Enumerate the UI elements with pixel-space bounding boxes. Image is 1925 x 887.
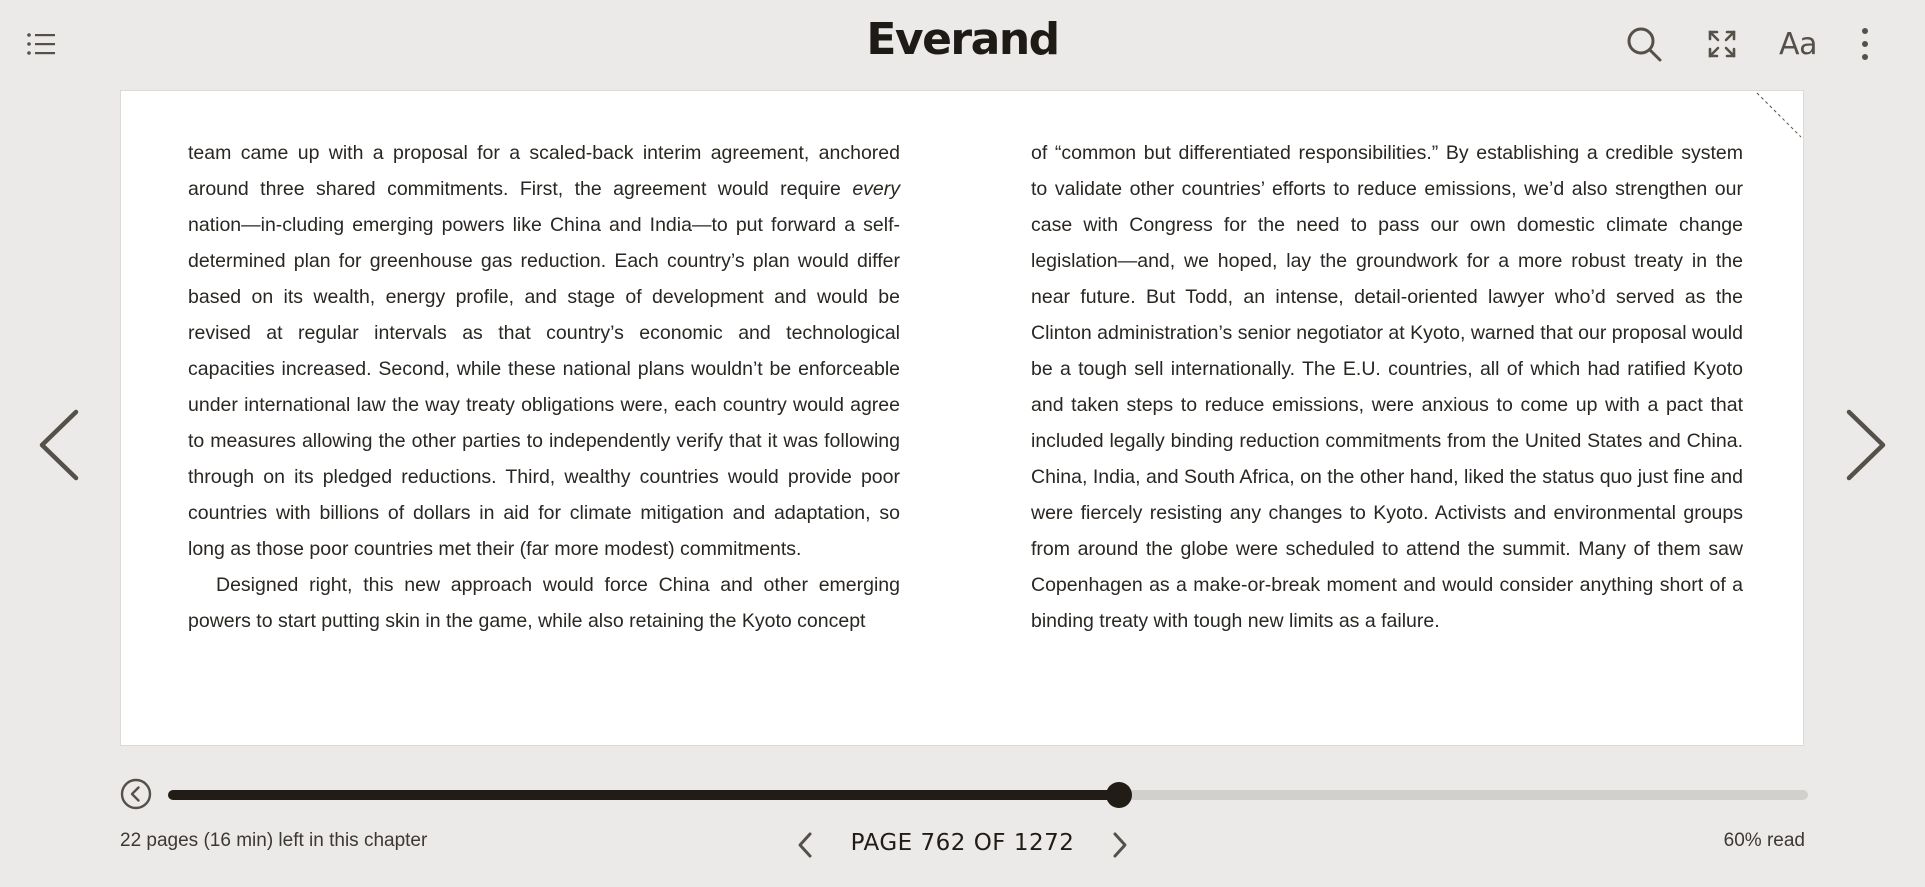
back-to-position-button[interactable] bbox=[120, 778, 152, 810]
book-page-spread[interactable]: team came up with a proposal for a scale… bbox=[120, 90, 1804, 746]
paragraph-text: Designed right, this new approach would … bbox=[188, 574, 900, 632]
more-options-button[interactable] bbox=[1843, 22, 1887, 66]
fullscreen-button[interactable] bbox=[1700, 22, 1744, 66]
bookmark-corner-icon[interactable] bbox=[1755, 91, 1803, 139]
previous-page-button[interactable] bbox=[30, 400, 90, 490]
more-vertical-icon bbox=[1862, 28, 1868, 60]
right-text-column: of “common but differentiated responsibi… bbox=[1031, 135, 1743, 639]
font-settings-label: Aa bbox=[1779, 26, 1817, 62]
next-page-button[interactable] bbox=[1835, 400, 1895, 490]
book-paragraph: of “common but differentiated responsibi… bbox=[1031, 135, 1743, 639]
reading-progress-slider[interactable] bbox=[168, 782, 1808, 808]
book-paragraph: team came up with a proposal for a scale… bbox=[188, 135, 900, 567]
page-navigator: PAGE 762 OF 1272 bbox=[790, 822, 1135, 868]
font-settings-button[interactable]: Aa bbox=[1776, 22, 1820, 66]
search-icon bbox=[1627, 27, 1662, 62]
chevron-right-icon bbox=[1113, 832, 1127, 858]
pager-next-button[interactable] bbox=[1105, 828, 1135, 862]
paragraph-text: team came up with a proposal for a scale… bbox=[188, 142, 900, 200]
percent-read-text: 60% read bbox=[1723, 830, 1805, 851]
progress-fill bbox=[168, 790, 1119, 800]
book-paragraph: Designed right, this new approach would … bbox=[188, 567, 900, 639]
list-icon bbox=[27, 33, 55, 55]
page-indicator: PAGE 762 OF 1272 bbox=[850, 830, 1075, 856]
paragraph-text: nation—in-cluding emerging powers like C… bbox=[188, 214, 900, 560]
circle-chevron-left-icon bbox=[120, 778, 152, 810]
chapter-remaining-text: 22 pages (16 min) left in this chapter bbox=[120, 830, 428, 851]
expand-icon bbox=[1708, 30, 1736, 58]
table-of-contents-button[interactable] bbox=[26, 30, 58, 58]
emphasized-text: every bbox=[852, 178, 900, 200]
chevron-right-icon bbox=[1846, 409, 1886, 481]
chevron-left-icon bbox=[39, 409, 79, 481]
paragraph-text: of “common but differentiated responsibi… bbox=[1031, 142, 1743, 632]
search-button[interactable] bbox=[1622, 22, 1666, 66]
top-toolbar: Everand Aa bbox=[0, 0, 1925, 90]
chevron-left-icon bbox=[798, 832, 812, 858]
left-text-column: team came up with a proposal for a scale… bbox=[188, 135, 900, 639]
pager-previous-button[interactable] bbox=[790, 828, 820, 862]
progress-slider-thumb[interactable] bbox=[1105, 782, 1132, 808]
